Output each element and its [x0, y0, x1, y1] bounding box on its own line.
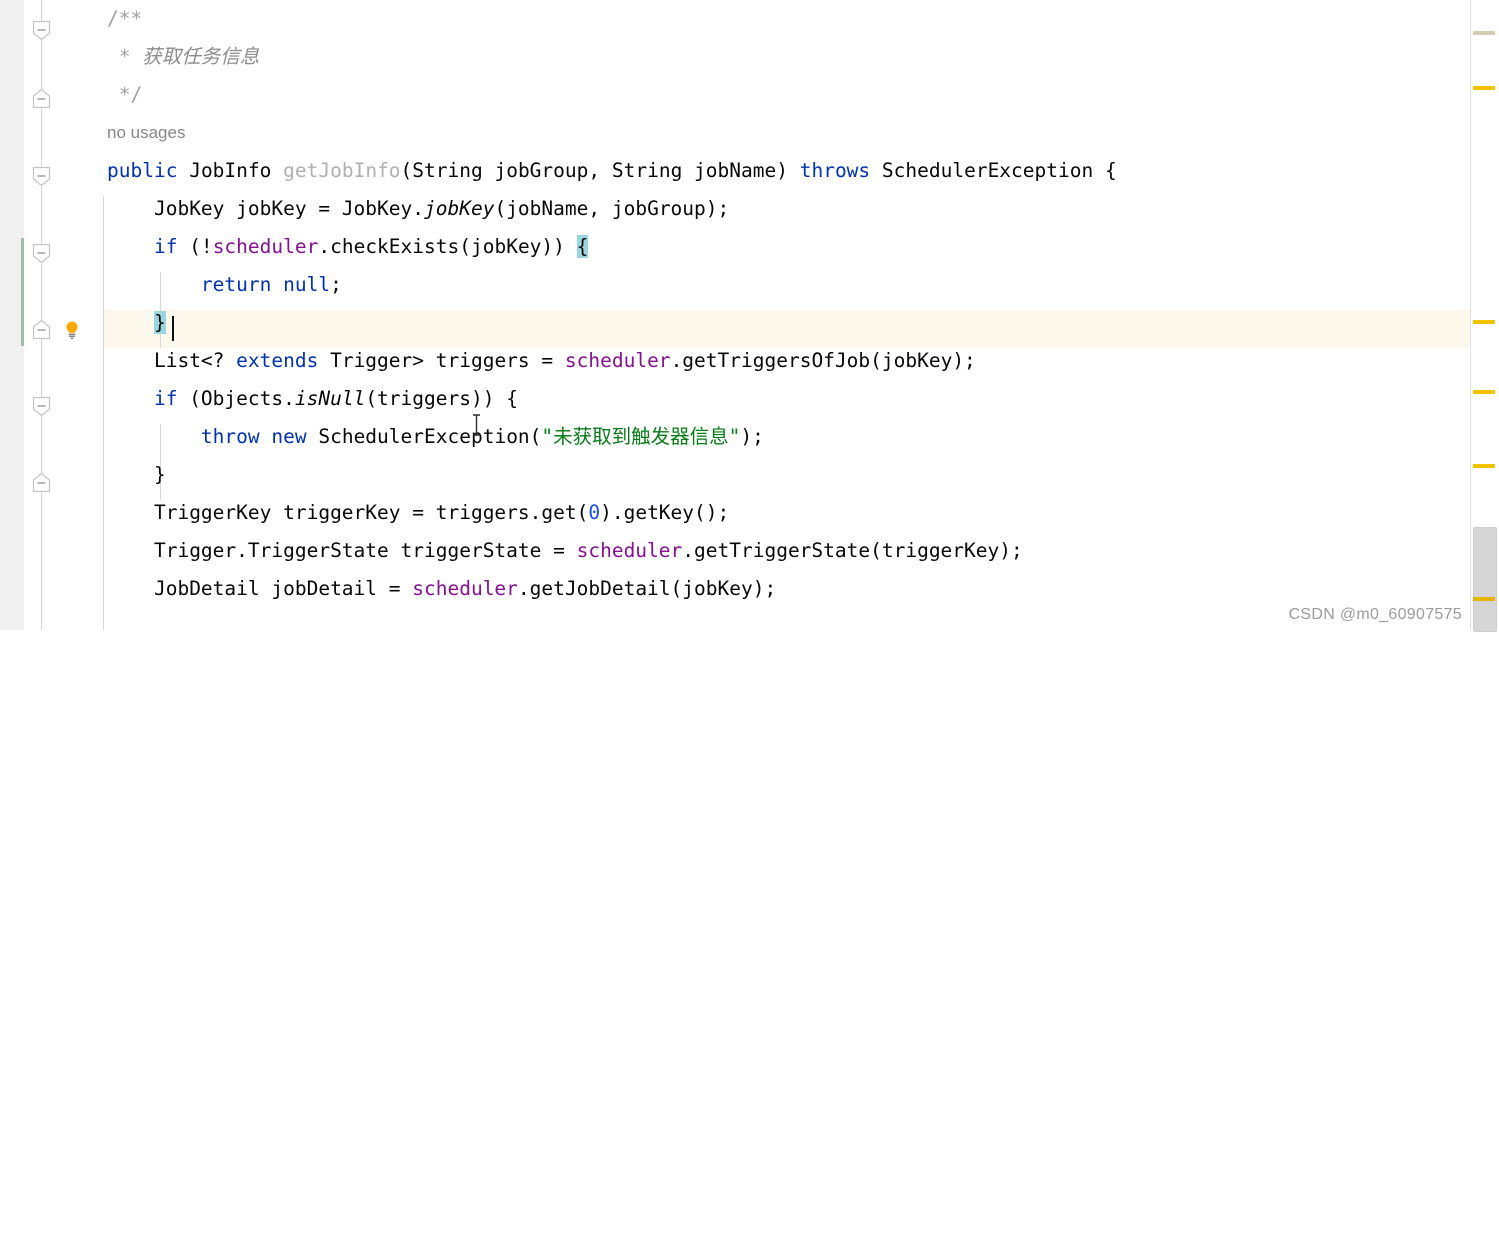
call-getkey: ).getKey(); — [600, 501, 730, 524]
code-line-13[interactable]: } — [107, 456, 166, 494]
triggers-decl: Trigger> triggers = — [318, 349, 565, 372]
keyword-throw: throw — [200, 425, 260, 448]
field-scheduler: scheduler — [412, 577, 518, 600]
warning-marker[interactable] — [1473, 390, 1495, 394]
triggerkey-decl: TriggerKey triggerKey = triggers.get( — [153, 501, 589, 524]
stmt-jobkey-args: (jobName, jobGroup); — [494, 197, 730, 220]
code-line-15[interactable]: Trigger.TriggerState triggerState = sche… — [107, 532, 1023, 570]
code-line-14[interactable]: TriggerKey triggerKey = triggers.get(0).… — [107, 494, 729, 532]
objects-ref: (Objects. — [177, 387, 295, 410]
warning-marker[interactable] — [1473, 597, 1495, 601]
code-line-5[interactable]: public JobInfo getJobInfo(String jobGrou… — [107, 152, 1117, 190]
text-caret — [172, 316, 174, 341]
warning-marker[interactable] — [1473, 320, 1495, 324]
code-line-10[interactable]: List<? extends Trigger> triggers = sched… — [107, 342, 976, 380]
call-gettriggersofjob: .getTriggersOfJob(jobKey); — [670, 349, 976, 372]
fold-region-end-icon[interactable] — [31, 319, 52, 340]
jobdetail-decl: JobDetail jobDetail = — [153, 577, 413, 600]
if-open-paren: (! — [177, 235, 213, 258]
code-line-3[interactable]: */ — [107, 76, 142, 114]
mouse-ibeam-cursor — [471, 414, 482, 436]
code-line-11[interactable]: if (Objects.isNull(triggers)) { — [107, 380, 518, 418]
call-checkexists: .checkExists(jobKey)) — [318, 235, 577, 258]
fold-region-start-icon[interactable] — [31, 396, 52, 417]
field-scheduler: scheduler — [564, 349, 671, 372]
keyword-public: public — [107, 159, 178, 182]
method-name-getjobinfo: getJobInfo — [283, 159, 401, 182]
call-gettriggerstate: .getTriggerState(triggerKey); — [682, 539, 1023, 562]
code-line-16[interactable]: JobDetail jobDetail = scheduler.getJobDe… — [107, 570, 776, 608]
javadoc-close: */ — [118, 83, 143, 106]
right-gutter-separator — [1470, 0, 1471, 630]
code-line-12[interactable]: throw new SchedulerException("未获取到触发器信息"… — [107, 418, 764, 456]
code-content[interactable]: /** * 获取任务信息 */ no usages public JobInfo… — [103, 0, 1499, 630]
fold-region-start-icon[interactable] — [31, 243, 52, 264]
lightbulb-icon[interactable] — [62, 320, 82, 340]
stmt-jobkey-decl: JobKey jobKey = JobKey. — [153, 197, 424, 220]
code-line-7[interactable]: if (!scheduler.checkExists(jobKey)) { — [107, 228, 589, 266]
static-method-isnull: isNull — [294, 387, 366, 410]
fold-region-end-icon[interactable] — [31, 88, 52, 109]
field-scheduler: scheduler — [212, 235, 319, 258]
exception-ctor: SchedulerException( — [306, 425, 542, 448]
code-line-6[interactable]: JobKey jobKey = JobKey.jobKey(jobName, j… — [107, 190, 729, 228]
code-editor[interactable]: /** * 获取任务信息 */ no usages public JobInfo… — [0, 0, 1499, 632]
todo-marker[interactable] — [1473, 31, 1495, 35]
code-line-2[interactable]: * 获取任务信息 — [107, 38, 260, 76]
csdn-watermark: CSDN @m0_60907575 — [1288, 606, 1462, 623]
fold-region-start-icon[interactable] — [31, 20, 52, 41]
call-getjobdetail: .getJobDetail(jobKey); — [517, 577, 777, 600]
javadoc-text: 获取任务信息 — [142, 45, 260, 68]
closing-brace: } — [153, 463, 166, 486]
keyword-extends: extends — [236, 349, 319, 372]
string-literal-chinese: "未获取到触发器信息" — [541, 425, 741, 448]
static-method-jobkey: jobKey — [424, 197, 495, 220]
keyword-if: if — [153, 235, 178, 258]
matched-brace-close: } — [153, 311, 166, 334]
type-list-generic: List<? — [153, 349, 237, 372]
field-scheduler: scheduler — [576, 539, 683, 562]
close-paren-semi: ); — [740, 425, 764, 448]
if-args: (triggers)) { — [365, 387, 518, 410]
warning-marker[interactable] — [1473, 464, 1495, 468]
type-jobinfo: JobInfo — [189, 159, 272, 182]
fold-region-start-icon[interactable] — [31, 166, 52, 187]
javadoc-open: /** — [107, 7, 143, 30]
code-line-8[interactable]: return null; — [107, 266, 342, 304]
method-params: (String jobGroup, String jobName) — [400, 159, 800, 182]
triggerstate-decl: Trigger.TriggerState triggerState = — [153, 539, 577, 562]
code-line-1[interactable]: /** — [107, 0, 142, 38]
keyword-if: if — [153, 387, 178, 410]
javadoc-star: * — [118, 45, 131, 68]
keyword-return: return — [200, 273, 272, 296]
matched-brace-open: { — [576, 235, 589, 258]
inlay-hint-no-usages[interactable]: no usages — [107, 114, 185, 152]
fold-region-end-icon[interactable] — [31, 472, 52, 493]
keyword-throws: throws — [799, 159, 871, 182]
code-line-9[interactable]: } — [107, 304, 166, 342]
throws-type: SchedulerException { — [870, 159, 1117, 182]
keyword-null: null — [283, 273, 331, 296]
keyword-new: new — [271, 425, 307, 448]
number-literal-zero: 0 — [588, 501, 601, 524]
warning-marker[interactable] — [1473, 86, 1495, 90]
vertical-scrollbar-thumb[interactable] — [1473, 527, 1497, 632]
semicolon: ; — [330, 273, 342, 296]
